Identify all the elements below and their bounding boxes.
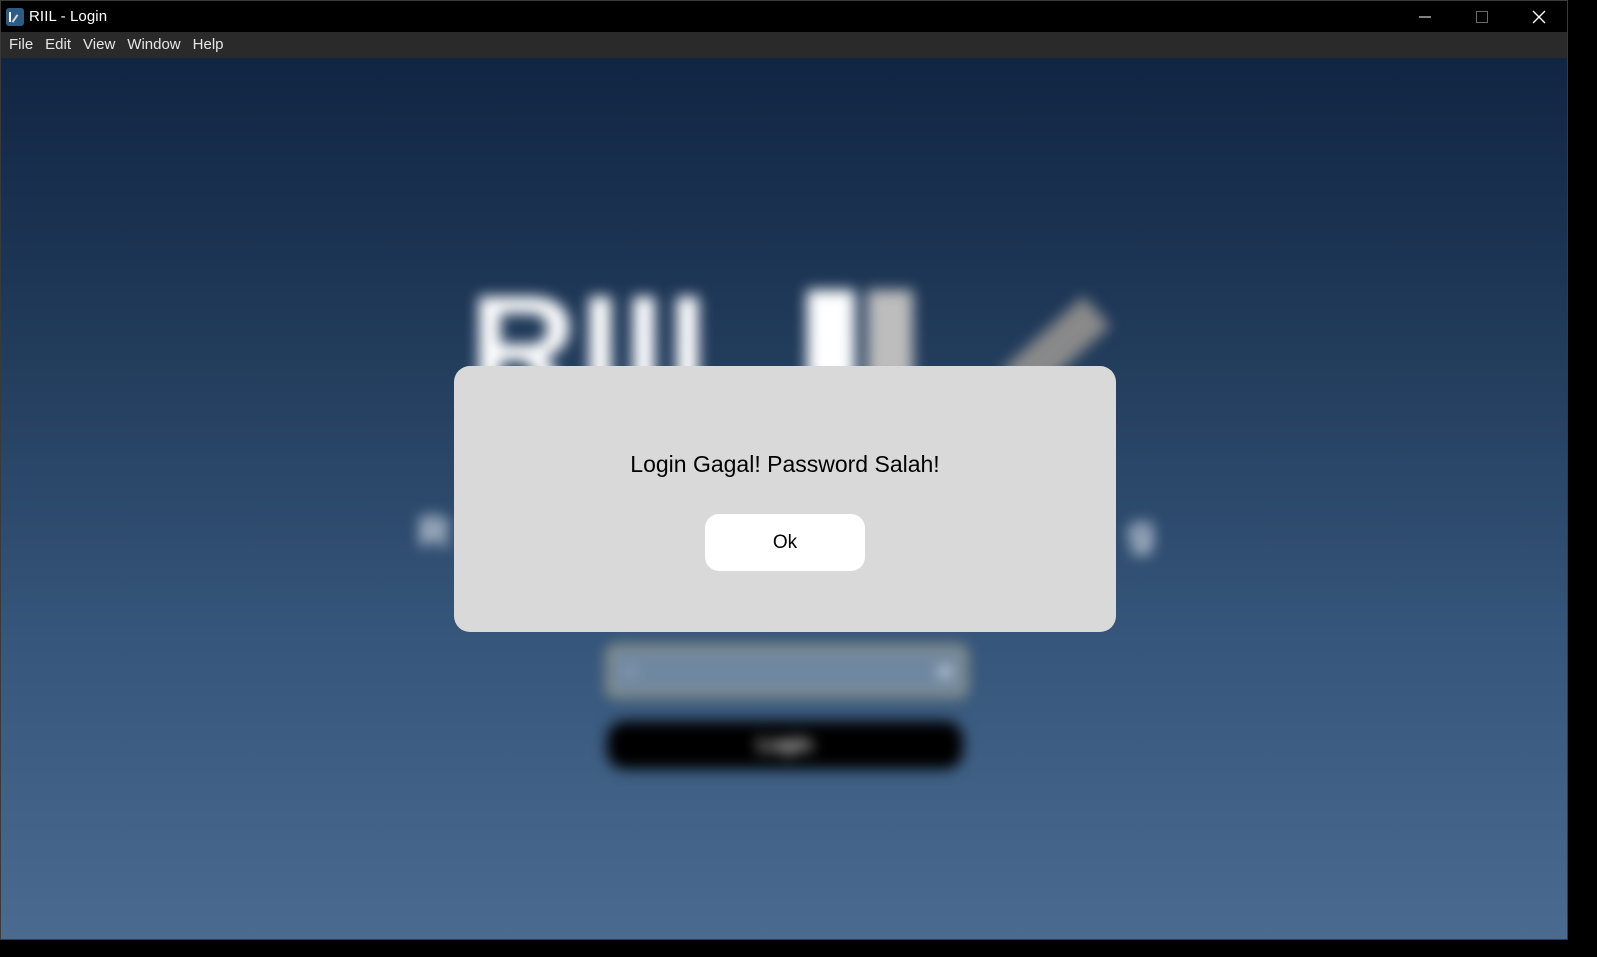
tagline-start: R — [419, 508, 450, 555]
title-bar: RIIL - Login — [1, 1, 1567, 32]
close-icon — [1532, 10, 1545, 23]
minimize-icon — [1418, 16, 1431, 17]
maximize-button[interactable] — [1453, 1, 1510, 32]
login-button[interactable]: Login — [607, 721, 963, 769]
app-logo-icon — [6, 7, 24, 26]
menu-file[interactable]: File — [3, 32, 39, 58]
menu-help[interactable]: Help — [187, 32, 230, 58]
menu-view[interactable]: View — [77, 32, 121, 58]
key-icon: ⊸ — [622, 663, 636, 680]
tagline-end: g — [1128, 508, 1154, 555]
error-dialog: Login Gagal! Password Salah! Ok — [454, 366, 1116, 632]
dialog-message: Login Gagal! Password Salah! — [630, 451, 940, 477]
window-controls — [1396, 1, 1567, 32]
menu-edit[interactable]: Edit — [39, 32, 77, 58]
app-window: RIIL - Login File Edit View Window Help … — [0, 0, 1568, 940]
eye-icon[interactable]: ◉ — [938, 661, 952, 681]
ok-button[interactable]: Ok — [705, 514, 865, 571]
login-screen: RIIL R g ⊸ ◉ Login Login Gagal! Password… — [1, 58, 1567, 939]
maximize-icon — [1475, 10, 1488, 23]
menu-window[interactable]: Window — [121, 32, 186, 58]
minimize-button[interactable] — [1396, 1, 1453, 32]
close-button[interactable] — [1510, 1, 1567, 32]
menu-bar: File Edit View Window Help — [1, 32, 1567, 58]
window-title: RIIL - Login — [29, 8, 108, 25]
password-field[interactable]: ⊸ ◉ — [607, 645, 967, 697]
